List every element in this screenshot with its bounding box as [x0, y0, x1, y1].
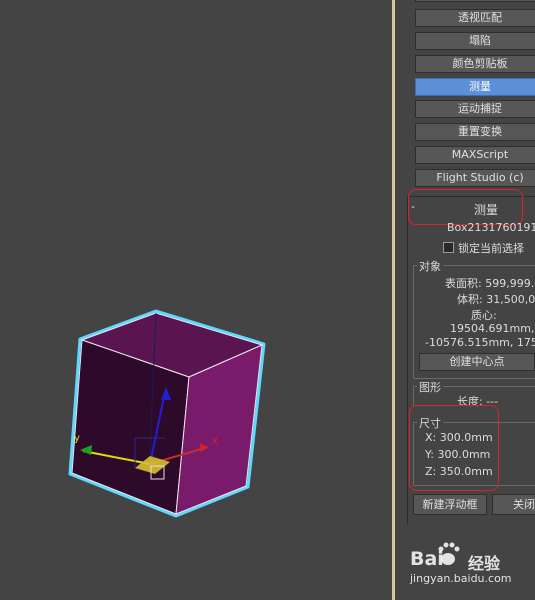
shapes-group-label: 图形: [417, 379, 443, 395]
center-of-mass-label: 质心:: [471, 309, 497, 322]
3d-viewport[interactable]: x y: [0, 0, 392, 600]
objects-group-label: 对象: [417, 258, 443, 274]
new-floater-button[interactable]: 新建浮动框: [413, 494, 487, 515]
lock-selection-checkbox[interactable]: [443, 242, 454, 253]
utility-button-maxscript[interactable]: MAXScript: [415, 146, 535, 164]
center-of-mass-x: 19504.691mm,: [450, 322, 535, 335]
watermark-url: jingyan.baidu.com: [410, 572, 512, 585]
utilities-panel: 透视匹配 塌陷 颜色剪贴板 测量 运动捕捉 重置变换 MAXScript Fli…: [395, 0, 535, 600]
utility-button-color-clipboard[interactable]: 颜色剪贴板: [415, 55, 535, 73]
gizmo-y-label: y: [74, 433, 80, 444]
utility-button-perspective-match[interactable]: 透视匹配: [415, 9, 535, 27]
utility-button-reset-xform[interactable]: 重置变换: [415, 123, 535, 141]
utility-button-partial[interactable]: [415, 0, 535, 2]
volume: 体积: 31,500,00: [457, 293, 535, 306]
gizmo-x-label: x: [212, 436, 218, 447]
utility-button-measure[interactable]: 测量: [415, 78, 535, 96]
surface-area: 表面积: 599,999.6: [445, 277, 535, 290]
highlight-dimensions: [409, 405, 499, 491]
lock-selection-label[interactable]: 锁定当前选择: [458, 240, 524, 256]
object-name: Box2131760191: [447, 221, 535, 234]
create-center-point-button[interactable]: 创建中心点: [419, 353, 535, 371]
watermark-brand-suffix: 经验: [468, 554, 501, 573]
utility-button-collapse[interactable]: 塌陷: [415, 32, 535, 50]
baidu-jingyan-watermark: Bai 经验 jingyan.baidu.com: [408, 538, 535, 588]
center-of-mass-yz: -10576.515mm, 175.0m: [425, 336, 535, 349]
close-button[interactable]: 关闭: [492, 494, 535, 515]
utility-button-flight-studio[interactable]: Flight Studio (c): [415, 169, 535, 187]
watermark-brand: Bai: [410, 548, 444, 570]
utility-button-motion-capture[interactable]: 运动捕捉: [415, 100, 535, 118]
highlight-measure-title: [408, 189, 523, 225]
viewport-canvas[interactable]: x y: [0, 0, 392, 600]
